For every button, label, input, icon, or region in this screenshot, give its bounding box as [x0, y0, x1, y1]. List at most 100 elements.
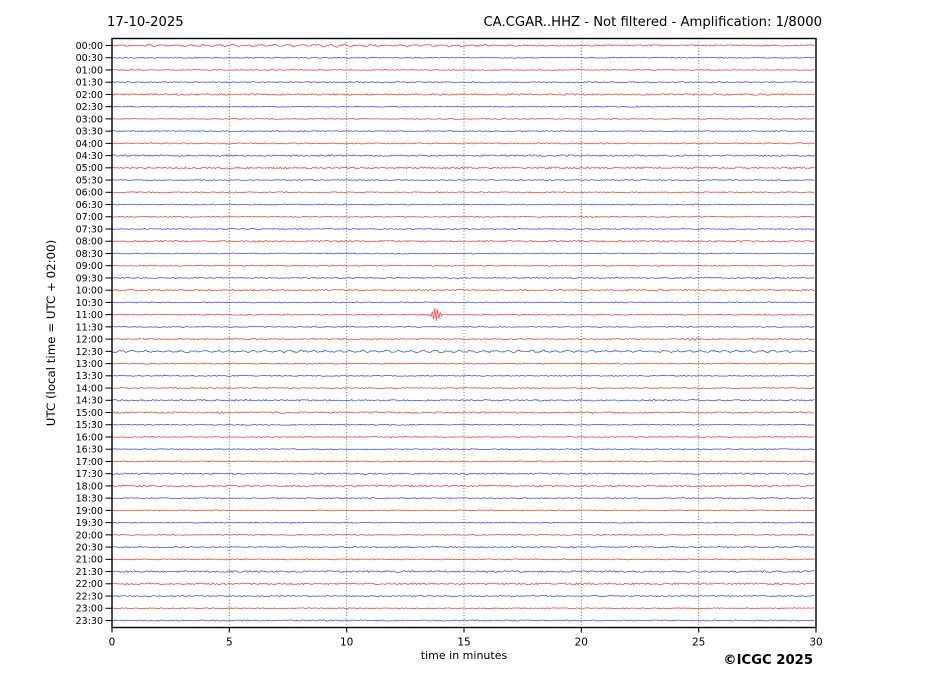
row-time-label: 03:00 — [76, 114, 103, 125]
seismo-trace-16-00 — [113, 437, 815, 438]
row-time-label: 16:30 — [76, 445, 103, 456]
seismo-trace-00-00 — [113, 44, 815, 47]
x-tick-label: 5 — [226, 637, 233, 649]
seismo-trace-09-00 — [113, 265, 815, 266]
seismo-trace-21-00 — [113, 559, 815, 560]
seismo-trace-22-00 — [113, 583, 815, 585]
seismo-trace-07-30 — [113, 229, 815, 230]
date-title: 17-10-2025 — [107, 15, 184, 30]
seismo-trace-17-00 — [113, 461, 815, 462]
seismo-trace-19-30 — [113, 522, 815, 523]
x-ticks-layer: 051015202530 — [109, 628, 823, 649]
seismo-trace-10-30 — [113, 302, 815, 303]
seismo-trace-16-30 — [113, 449, 815, 450]
seismo-trace-15-00 — [113, 412, 815, 414]
row-time-label: 07:00 — [76, 212, 103, 223]
seismo-trace-23-30 — [113, 620, 815, 621]
row-time-label: 00:30 — [76, 53, 103, 64]
station-title: CA.CGAR..HHZ - Not filtered - Amplificat… — [483, 15, 822, 30]
row-time-label: 20:30 — [76, 542, 103, 553]
helicorder-page: 17-10-2025 CA.CGAR..HHZ - Not filtered -… — [0, 0, 927, 696]
row-time-label: 18:30 — [76, 494, 103, 505]
seismo-trace-12-00 — [113, 338, 815, 341]
row-time-label: 12:00 — [76, 335, 103, 346]
seismo-trace-01-00 — [113, 70, 815, 71]
seismo-trace-20-00 — [113, 534, 815, 535]
x-tick-label: 20 — [575, 637, 588, 649]
seismo-trace-21-30 — [113, 571, 815, 573]
seismo-trace-19-00 — [113, 510, 815, 511]
seismo-trace-07-00 — [113, 216, 815, 217]
seismo-trace-22-30 — [113, 595, 815, 596]
seismo-trace-00-30 — [113, 57, 815, 58]
row-time-label: 23:00 — [76, 604, 103, 615]
row-time-label: 10:00 — [76, 286, 103, 297]
seismo-trace-17-30 — [113, 473, 815, 474]
seismo-trace-02-30 — [113, 106, 815, 107]
row-time-label: 01:00 — [76, 65, 103, 76]
seismo-trace-03-00 — [113, 118, 815, 119]
seismo-trace-18-00 — [113, 485, 815, 487]
row-time-label: 17:00 — [76, 457, 103, 468]
seismo-trace-14-30 — [113, 400, 815, 402]
row-time-label: 06:00 — [76, 188, 103, 199]
row-time-label: 12:30 — [76, 347, 103, 358]
copyright-credit: ©ICGC 2025 — [723, 653, 813, 668]
seismo-trace-23-00 — [113, 608, 815, 609]
row-time-label: 10:30 — [76, 298, 103, 309]
seismo-trace-01-30 — [113, 82, 815, 83]
row-time-label: 05:30 — [76, 175, 103, 186]
seismo-trace-04-00 — [113, 143, 815, 144]
x-axis-label: time in minutes — [421, 649, 508, 662]
seismo-trace-06-00 — [113, 192, 815, 193]
row-time-label: 02:30 — [76, 102, 103, 113]
seismo-trace-03-30 — [113, 131, 815, 132]
seismo-trace-05-30 — [113, 180, 815, 181]
grid-layer — [229, 39, 698, 628]
row-time-label: 14:30 — [76, 396, 103, 407]
traces-layer — [113, 44, 815, 621]
seismo-trace-11-30 — [113, 326, 815, 327]
seismo-trace-18-30 — [113, 498, 815, 499]
seismo-trace-04-30 — [113, 155, 815, 157]
row-time-label: 00:00 — [76, 41, 103, 52]
row-time-label: 13:30 — [76, 371, 103, 382]
seismo-trace-14-00 — [113, 388, 815, 389]
row-time-label: 11:30 — [76, 322, 103, 333]
row-time-label: 19:30 — [76, 518, 103, 529]
seismo-trace-06-30 — [113, 204, 815, 205]
x-tick-label: 15 — [457, 637, 470, 649]
seismo-trace-11-00 — [113, 308, 815, 321]
seismo-trace-08-00 — [113, 240, 815, 242]
x-tick-label: 10 — [340, 637, 353, 649]
row-time-label: 14:00 — [76, 383, 103, 394]
row-time-label: 21:30 — [76, 567, 103, 578]
row-time-label: 18:00 — [76, 481, 103, 492]
seismo-trace-08-30 — [113, 253, 815, 254]
x-tick-label: 0 — [109, 637, 116, 649]
seismo-trace-13-00 — [113, 363, 815, 364]
seismo-trace-13-30 — [113, 375, 815, 376]
row-time-label: 11:00 — [76, 310, 103, 321]
row-time-label: 15:00 — [76, 408, 103, 419]
row-time-label: 17:30 — [76, 469, 103, 480]
row-time-label: 09:00 — [76, 261, 103, 272]
row-time-label: 22:30 — [76, 591, 103, 602]
seismo-trace-09-30 — [113, 277, 815, 279]
row-time-label: 23:30 — [76, 616, 103, 627]
seismo-trace-05-00 — [113, 167, 815, 169]
row-time-label: 09:30 — [76, 273, 103, 284]
row-time-label: 21:00 — [76, 555, 103, 566]
seismo-trace-10-00 — [113, 289, 815, 290]
row-time-label: 03:30 — [76, 127, 103, 138]
y-axis-label: UTC (local time = UTC + 02:00) — [44, 240, 58, 426]
helicorder-plot: 17-10-2025 CA.CGAR..HHZ - Not filtered -… — [0, 0, 927, 696]
row-time-label: 08:30 — [76, 249, 103, 260]
seismo-trace-15-30 — [113, 424, 815, 425]
row-time-label: 01:30 — [76, 78, 103, 89]
x-tick-label: 30 — [809, 637, 822, 649]
row-time-label: 13:00 — [76, 359, 103, 370]
row-time-label: 06:30 — [76, 200, 103, 211]
row-time-label: 07:30 — [76, 224, 103, 235]
row-time-label: 15:30 — [76, 420, 103, 431]
